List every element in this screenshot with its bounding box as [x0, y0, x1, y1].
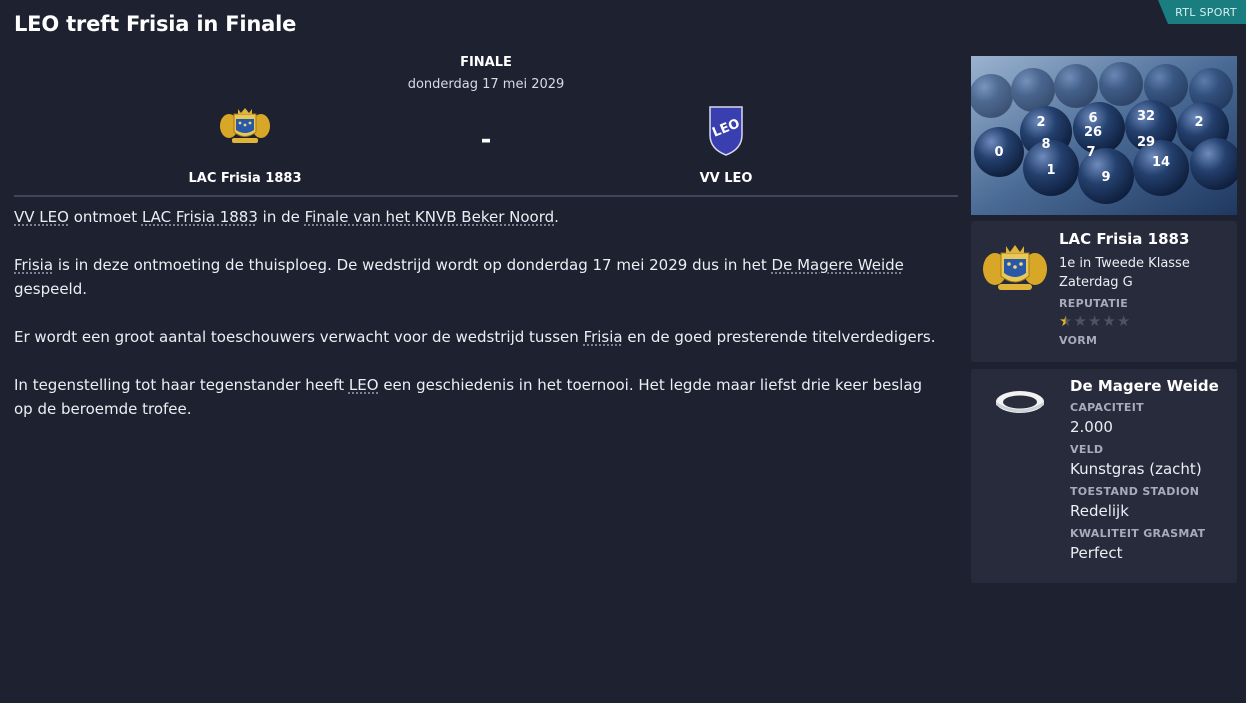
- away-team-name: VV LEO: [699, 171, 753, 186]
- reputation-star: ★: [1059, 312, 1073, 330]
- article-text: ontmoet: [68, 208, 142, 226]
- news-photo: 2 6 26 32 29 2 7 14 9 1 0 8: [971, 56, 1237, 215]
- pitch-label: VELD: [1070, 443, 1104, 456]
- ball-number: 1: [1046, 163, 1055, 178]
- grass-quality-label: KWALITEIT GRASMAT: [1070, 527, 1206, 540]
- ball-number: 0: [994, 145, 1003, 160]
- competition-link[interactable]: Finale van het KNVB Beker Noord: [305, 208, 555, 226]
- home-team-name: LAC Frisia 1883: [188, 171, 302, 186]
- article-paragraph: In tegenstelling tot haar tegenstander h…: [14, 373, 944, 421]
- match-header: FINALE donderdag 17 mei 2029 LAC Frisia …: [14, 55, 958, 197]
- ball-number: 7: [1086, 145, 1095, 160]
- score-separator: -: [480, 125, 492, 155]
- article-text: en de goed presterende titelverdedigers.: [622, 328, 936, 346]
- ball-number: 2: [1194, 115, 1203, 130]
- club-info: LAC Frisia 1883 1e in Tweede Klasse Zate…: [1059, 230, 1190, 347]
- ball-number: 29: [1137, 135, 1155, 150]
- team-link[interactable]: LEO: [349, 376, 379, 394]
- ball-number: 9: [1101, 170, 1110, 185]
- ball-number: 14: [1152, 155, 1170, 170]
- article-text: In tegenstelling tot haar tegenstander h…: [14, 376, 349, 394]
- club-name[interactable]: LAC Frisia 1883: [1059, 230, 1190, 248]
- ball-number: 32: [1137, 109, 1155, 124]
- reputation-star: ★: [1116, 312, 1131, 330]
- article-text: .: [554, 208, 559, 226]
- ball-number: 6: [1088, 111, 1097, 126]
- condition-value: Redelijk: [1070, 502, 1129, 520]
- team-link[interactable]: VV LEO: [14, 208, 69, 226]
- source-badge: RTL SPORT: [1158, 0, 1246, 24]
- article-paragraph: Frisia is in deze ontmoeting de thuisplo…: [14, 253, 944, 301]
- team-link[interactable]: Frisia: [584, 328, 623, 346]
- news-article: VV LEO ontmoet LAC Frisia 1883 in de Fin…: [14, 205, 944, 445]
- stadium-link[interactable]: De Magere Weide: [772, 256, 904, 274]
- frisia-crest-icon[interactable]: [145, 105, 345, 161]
- home-team[interactable]: LAC Frisia 1883: [145, 105, 345, 186]
- match-round: FINALE: [460, 55, 512, 70]
- away-team[interactable]: LEO VV LEO: [626, 105, 826, 186]
- match-date: donderdag 17 mei 2029: [407, 77, 565, 92]
- article-text: Er wordt een groot aantal toeschouwers v…: [14, 328, 584, 346]
- form-label: VORM: [1059, 334, 1098, 347]
- pitch-value: Kunstgras (zacht): [1070, 460, 1202, 478]
- condition-label: TOESTAND STADION: [1070, 485, 1200, 498]
- stadium-icon: [993, 387, 1047, 417]
- capacity-label: CAPACITEIT: [1070, 401, 1144, 414]
- capacity-value: 2.000: [1070, 418, 1113, 436]
- stadium-card[interactable]: De Magere Weide CAPACITEIT 2.000 VELD Ku…: [971, 369, 1237, 583]
- leo-crest-icon[interactable]: LEO: [626, 105, 826, 161]
- article-text: gespeeld.: [14, 280, 88, 298]
- club-card[interactable]: LAC Frisia 1883 1e in Tweede Klasse Zate…: [971, 221, 1237, 362]
- frisia-crest-icon[interactable]: [981, 241, 1049, 293]
- stadium-name[interactable]: De Magere Weide: [1070, 377, 1219, 395]
- reputation-label: REPUTATIE: [1059, 297, 1129, 310]
- club-position: 1e in Tweede Klasse: [1059, 256, 1190, 271]
- team-link[interactable]: Frisia: [14, 256, 53, 274]
- reputation-stars: ★ ★ ★ ★ ★: [1059, 313, 1190, 329]
- article-text: is in deze ontmoeting de thuisploeg. De …: [53, 256, 772, 274]
- team-link[interactable]: LAC Frisia 1883: [142, 208, 258, 226]
- article-text: in de: [257, 208, 305, 226]
- ball-number: 2: [1036, 115, 1045, 130]
- reputation-star: ★: [1073, 312, 1087, 330]
- club-league: Zaterdag G: [1059, 275, 1133, 290]
- reputation-star: ★: [1102, 312, 1116, 330]
- reputation-star: ★: [1087, 312, 1102, 330]
- stadium-info: De Magere Weide CAPACITEIT 2.000 VELD Ku…: [1070, 377, 1219, 569]
- page-title: LEO treft Frisia in Finale: [14, 12, 297, 36]
- article-paragraph: VV LEO ontmoet LAC Frisia 1883 in de Fin…: [14, 205, 944, 229]
- article-paragraph: Er wordt een groot aantal toeschouwers v…: [14, 325, 944, 349]
- ball-number: 26: [1084, 125, 1102, 140]
- ball-number: 8: [1041, 137, 1050, 152]
- grass-quality-value: Perfect: [1070, 544, 1123, 562]
